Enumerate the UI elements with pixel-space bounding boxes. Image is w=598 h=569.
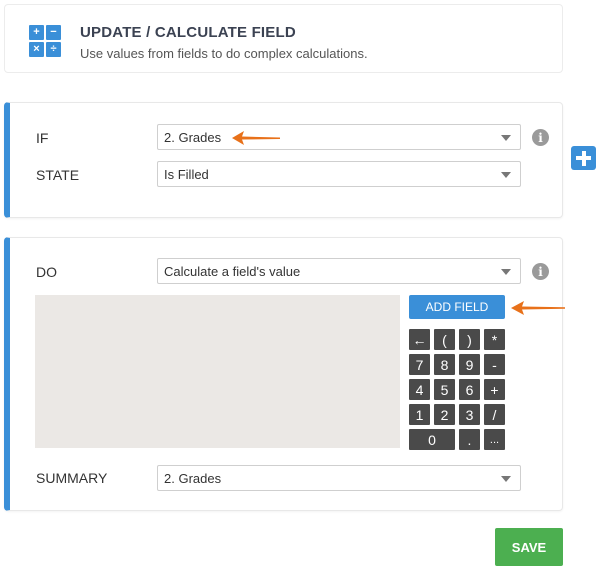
key-4[interactable]: 4	[409, 379, 430, 400]
summary-select[interactable]: 2. Grades	[157, 465, 521, 491]
calc-symbol-times: ×	[29, 42, 44, 57]
calc-symbol-plus: +	[29, 25, 44, 40]
key-more[interactable]: ...	[484, 429, 505, 450]
do-action-value: Calculate a field's value	[164, 264, 301, 279]
if-label: IF	[36, 130, 49, 146]
pointer-arrow-icon	[511, 301, 565, 315]
key-7[interactable]: 7	[409, 354, 430, 375]
page-title: UPDATE / CALCULATE FIELD	[80, 24, 296, 41]
state-label: STATE	[36, 167, 80, 183]
key-multiply[interactable]: *	[484, 329, 505, 350]
state-value: Is Filled	[164, 167, 209, 182]
if-field-value: 2. Grades	[164, 130, 222, 145]
key-backspace[interactable]: ←	[409, 329, 430, 350]
summary-label: SUMMARY	[36, 470, 108, 486]
key-1[interactable]: 1	[409, 404, 430, 425]
chevron-down-icon	[501, 269, 511, 275]
calc-symbol-divide: ÷	[46, 42, 61, 57]
do-action-select[interactable]: Calculate a field's value	[157, 258, 521, 284]
pointer-arrow-icon	[232, 131, 280, 145]
key-9[interactable]: 9	[459, 354, 480, 375]
if-field-select[interactable]: 2. Grades	[157, 124, 521, 150]
condition-card	[4, 102, 563, 218]
key-8[interactable]: 8	[434, 354, 455, 375]
key-plus[interactable]: +	[484, 379, 505, 400]
plus-icon-stroke	[581, 150, 586, 166]
key-6[interactable]: 6	[459, 379, 480, 400]
add-condition-button[interactable]	[571, 146, 596, 170]
chevron-down-icon	[501, 476, 511, 482]
summary-value: 2. Grades	[164, 471, 222, 486]
add-field-button[interactable]: ADD FIELD	[409, 295, 505, 319]
key-open-paren[interactable]: (	[434, 329, 455, 350]
save-button[interactable]: SAVE	[495, 528, 563, 566]
info-icon[interactable]: i	[532, 263, 549, 280]
calc-symbol-minus: −	[46, 25, 61, 40]
state-select[interactable]: Is Filled	[157, 161, 521, 187]
header-card: + − × ÷ UPDATE / CALCULATE FIELD Use val…	[4, 4, 563, 73]
calculation-textarea[interactable]	[35, 295, 400, 448]
chevron-down-icon	[501, 172, 511, 178]
chevron-down-icon	[501, 135, 511, 141]
info-icon[interactable]: i	[532, 129, 549, 146]
key-close-paren[interactable]: )	[459, 329, 480, 350]
page-subtitle: Use values from fields to do complex cal…	[80, 46, 368, 61]
key-2[interactable]: 2	[434, 404, 455, 425]
key-divide[interactable]: /	[484, 404, 505, 425]
key-minus[interactable]: -	[484, 354, 505, 375]
key-decimal[interactable]: .	[459, 429, 480, 450]
key-0[interactable]: 0	[409, 429, 455, 450]
do-label: DO	[36, 264, 57, 280]
key-3[interactable]: 3	[459, 404, 480, 425]
calculator-icon: + − × ÷	[29, 25, 61, 57]
key-5[interactable]: 5	[434, 379, 455, 400]
